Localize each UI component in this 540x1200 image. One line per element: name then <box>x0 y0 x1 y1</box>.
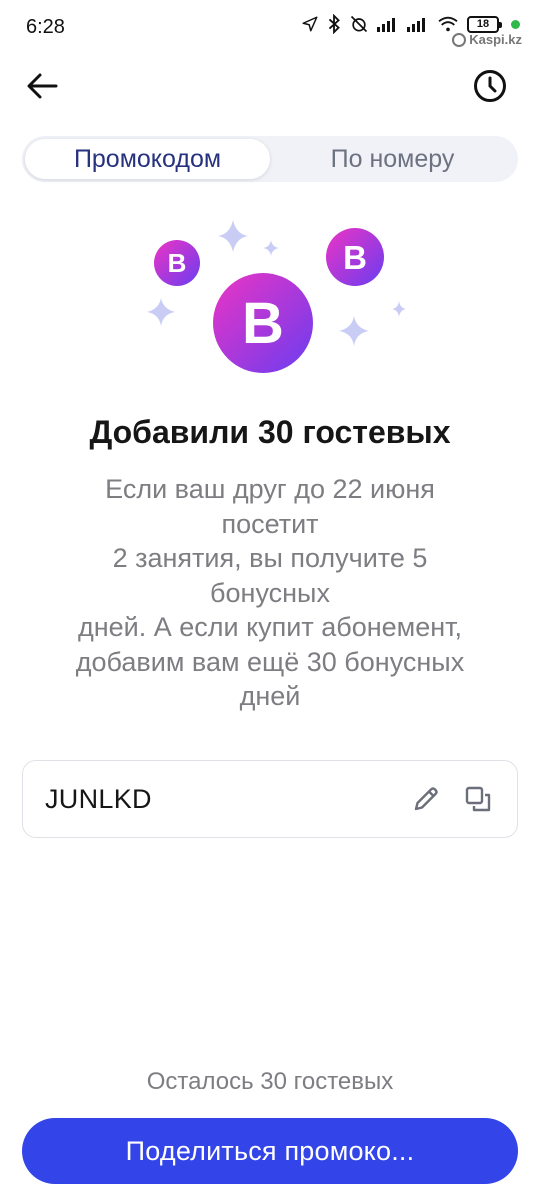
watermark-logo-icon <box>452 32 467 47</box>
bonus-illustration: B B B <box>147 220 406 373</box>
sparkle-icon <box>339 316 369 346</box>
sparkle-icon <box>147 298 175 326</box>
status-bar: 6:28 18 Kaspi.kz <box>0 0 540 56</box>
sparkle-icon <box>392 301 406 317</box>
copy-icon <box>465 786 491 812</box>
back-button[interactable] <box>22 66 62 106</box>
copy-promo-button[interactable] <box>461 782 495 816</box>
description-line: дней <box>239 681 301 711</box>
tab-by-number[interactable]: По номеру <box>270 139 515 179</box>
pencil-icon <box>414 787 438 811</box>
badge-medium-right: B <box>326 228 384 286</box>
page-title: Добавили 30 гостевых <box>89 414 451 450</box>
tab-promocode[interactable]: Промокодом <box>25 139 270 179</box>
clock-icon <box>474 70 506 102</box>
watermark-text: Kaspi.kz <box>469 32 522 47</box>
privacy-indicator-dot <box>511 19 520 29</box>
watermark: Kaspi.kz <box>452 32 522 47</box>
battery-icon: 18 <box>467 15 502 33</box>
svg-text:B: B <box>242 291 284 356</box>
description-line: добавим вам ещё 30 бонусных <box>75 646 465 677</box>
wifi-icon <box>438 16 458 32</box>
alarm-off-icon <box>350 15 368 33</box>
badge-large-center: B <box>213 273 313 373</box>
description-line: Если ваш друг до 22 июня <box>105 474 435 504</box>
edit-promo-button[interactable] <box>409 782 443 816</box>
description-line: 2 занятия, вы получите 5 <box>112 543 428 573</box>
bluetooth-icon <box>328 14 340 34</box>
bonus-description: Если ваш друг до 22 июня посетит 2 занят… <box>40 472 500 714</box>
status-time: 6:28 <box>26 16 65 38</box>
promo-code-value[interactable]: JUNLKD <box>45 784 409 815</box>
description-line: бонусных <box>210 577 330 608</box>
share-promo-button[interactable]: Поделиться промоко... <box>22 1118 518 1184</box>
location-arrow-icon <box>302 16 318 32</box>
sparkle-icon <box>263 240 279 256</box>
remaining-guests-text: Осталось 30 гостевых <box>146 1068 394 1095</box>
description-line: посетит <box>221 508 319 539</box>
svg-text:B: B <box>168 248 187 278</box>
signal-icon <box>377 18 395 32</box>
description-line: дней. А если купит абонемент, <box>77 612 463 642</box>
sparkle-icon <box>218 220 248 252</box>
history-button[interactable] <box>470 66 510 106</box>
badge-small-left: B <box>154 240 200 286</box>
svg-text:B: B <box>343 239 367 276</box>
status-icons: 18 <box>301 14 520 34</box>
promo-code-field: JUNLKD <box>22 760 518 838</box>
promo-tabs: Промокодом По номеру <box>22 136 518 182</box>
signal-icon-2 <box>407 18 425 32</box>
promo-actions <box>409 782 495 816</box>
arrow-left-icon <box>27 73 58 99</box>
